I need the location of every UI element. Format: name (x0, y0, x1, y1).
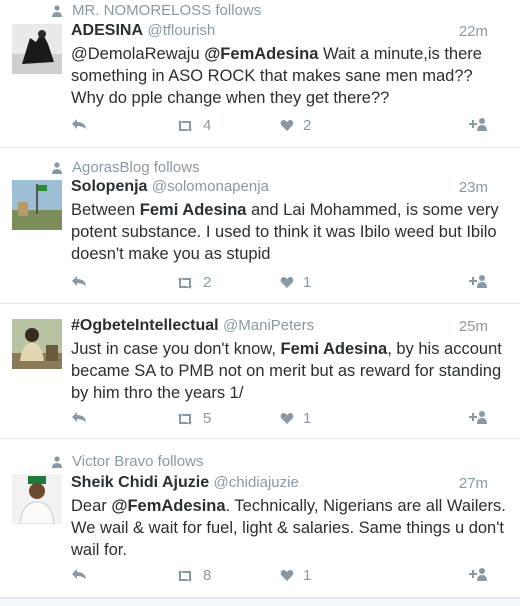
follow-icon (469, 568, 487, 581)
follow-icon (469, 118, 487, 131)
display-name[interactable]: Sheik Chidi Ajuzie (71, 474, 209, 491)
user-handle[interactable]: @chidiajuzie (214, 474, 299, 491)
user-handle[interactable]: @tflourish (147, 22, 215, 39)
social-context-text: MR. NOMORELOSS follows (72, 2, 262, 19)
tweet-header: #OgbeteIntellectual @ManiPeters (71, 317, 488, 335)
timestamp[interactable]: 25m (459, 318, 488, 335)
reply-icon (72, 412, 86, 422)
like-count: 2 (303, 117, 312, 134)
like-button[interactable]: 1 (280, 567, 311, 584)
retweet-icon (178, 119, 192, 132)
retweet-button[interactable]: 8 (176, 567, 211, 584)
retweet-icon (178, 412, 192, 425)
like-button[interactable]: 1 (280, 274, 311, 291)
follow-button[interactable] (469, 410, 489, 424)
timestamp[interactable]: 22m (459, 23, 488, 40)
reply-button[interactable] (71, 567, 87, 581)
social-context-text: Victor Bravo follows (72, 453, 204, 470)
like-count: 1 (303, 274, 312, 291)
reply-icon (72, 119, 86, 129)
like-button[interactable]: 2 (280, 117, 311, 134)
reply-button[interactable] (71, 274, 87, 288)
heart-icon (280, 120, 294, 131)
person-icon (50, 4, 64, 18)
user-handle[interactable]: @solomonapenja (152, 178, 269, 195)
social-context: AgorasBlog follows (50, 159, 200, 176)
person-icon (50, 455, 64, 469)
tweet-item[interactable]: #OgbeteIntellectual @ManiPeters 25m Just… (0, 304, 520, 439)
tweet-item[interactable]: MR. NOMORELOSS follows ADESINA @tflouris… (0, 0, 520, 148)
display-name[interactable]: #OgbeteIntellectual (71, 317, 219, 334)
like-button[interactable]: 1 (280, 410, 311, 427)
reply-icon (72, 276, 86, 286)
avatar[interactable] (12, 319, 62, 369)
text-segment: Between (71, 201, 140, 219)
tweet-actions: 5 1 (0, 408, 520, 428)
heart-icon (280, 277, 294, 288)
tweet-text: Between Femi Adesina and Lai Mohammed, i… (71, 199, 506, 265)
follow-button[interactable] (469, 117, 489, 131)
text-segment: Dear (71, 497, 112, 515)
like-count: 1 (303, 567, 312, 584)
retweet-button[interactable]: 5 (176, 410, 211, 427)
timestamp[interactable]: 23m (459, 179, 488, 196)
mention-link[interactable]: @FemAdesina (111, 497, 225, 515)
tweet-header: Sheik Chidi Ajuzie @chidiajuzie (71, 474, 488, 492)
retweet-button[interactable]: 4 (176, 117, 211, 134)
retweet-button[interactable]: 2 (176, 274, 211, 291)
tweet-text: Just in case you don't know, Femi Adesin… (71, 338, 506, 404)
tweet-actions: 2 1 (0, 272, 520, 292)
heart-icon (280, 570, 294, 581)
bold-text: Femi Adesina (139, 201, 247, 219)
tweet-text: Dear @FemAdesina. Technically, Nigerians… (71, 495, 506, 561)
follow-icon (469, 411, 487, 424)
display-name[interactable]: ADESINA (71, 22, 143, 39)
tweet-actions: 8 1 (0, 565, 520, 585)
reply-button[interactable] (71, 117, 87, 131)
like-count: 1 (303, 410, 312, 427)
follow-icon (469, 275, 487, 288)
tweet-item[interactable]: Victor Bravo follows Sheik Chidi Ajuzie … (0, 439, 520, 598)
tweet-header: Solopenja @solomonapenja (71, 178, 488, 196)
follow-button[interactable] (469, 274, 489, 288)
avatar[interactable] (12, 24, 62, 74)
bold-text: Femi Adesina (280, 340, 388, 358)
timestamp[interactable]: 27m (459, 475, 488, 492)
person-icon (50, 161, 64, 175)
user-handle[interactable]: @ManiPeters (223, 317, 314, 334)
mention-link[interactable]: @FemAdesina (204, 45, 318, 63)
text-segment: Just in case you don't know, (71, 340, 281, 358)
retweet-count: 8 (203, 567, 212, 584)
retweet-icon (178, 276, 192, 289)
social-context: Victor Bravo follows (50, 453, 203, 470)
reply-button[interactable] (71, 410, 87, 424)
avatar[interactable] (12, 474, 62, 524)
tweet-item[interactable]: AgorasBlog follows Solopenja @solomonape… (0, 148, 520, 304)
text-segment: @DemolaRewaju (71, 45, 205, 63)
retweet-count: 5 (203, 410, 212, 427)
display-name[interactable]: Solopenja (71, 178, 147, 195)
retweet-count: 4 (203, 117, 212, 134)
reply-icon (72, 569, 86, 579)
social-context: MR. NOMORELOSS follows (50, 2, 261, 19)
heart-icon (280, 413, 294, 424)
tweet-text: @DemolaRewaju @FemAdesina Wait a minute,… (71, 43, 506, 109)
avatar[interactable] (12, 180, 62, 230)
retweet-icon (178, 569, 192, 582)
tweet-actions: 4 2 (0, 115, 520, 135)
follow-button[interactable] (469, 567, 489, 581)
tweet-header: ADESINA @tflourish (71, 22, 488, 40)
retweet-count: 2 (203, 274, 212, 291)
social-context-text: AgorasBlog follows (72, 159, 200, 176)
